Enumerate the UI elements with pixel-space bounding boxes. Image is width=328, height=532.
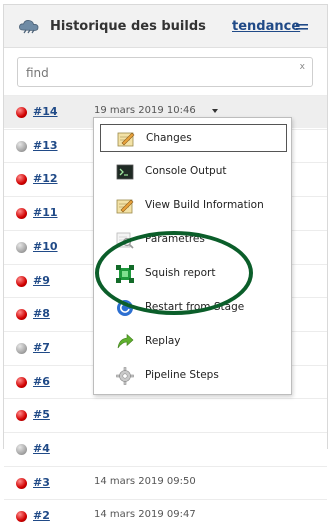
aborted-status-icon <box>16 140 27 152</box>
build-number-link[interactable]: #11 <box>33 206 58 219</box>
build-number-link[interactable]: #10 <box>33 240 58 253</box>
failed-status-icon <box>16 376 27 388</box>
menu-item-view-build-information[interactable]: View Build Information <box>100 192 287 220</box>
build-history-header: Historique des builds tendance <box>4 5 327 48</box>
failed-status-icon <box>16 410 27 422</box>
failed-status-icon <box>16 275 27 287</box>
build-row[interactable]: #5 <box>4 398 327 431</box>
failed-status-icon <box>16 208 27 220</box>
build-number-link[interactable]: #8 <box>33 307 50 320</box>
build-row[interactable]: #4 <box>4 432 327 465</box>
menu-item-replay[interactable]: Replay <box>100 328 287 356</box>
build-row[interactable]: #3 14 mars 2019 09:50 <box>4 465 327 499</box>
dropdown-caret-icon[interactable] <box>212 109 218 113</box>
notepad-pencil-icon <box>116 199 134 214</box>
menu-item-label: Pipeline Steps <box>145 369 219 381</box>
failed-status-icon <box>16 309 27 321</box>
menu-item-squish-report[interactable]: Squish report <box>100 260 287 288</box>
build-row[interactable]: #2 14 mars 2019 09:47 <box>4 499 327 532</box>
aborted-status-icon <box>16 241 27 253</box>
failed-status-icon <box>16 107 27 118</box>
build-search-field[interactable]: find x <box>17 57 313 87</box>
trend-link[interactable]: tendance <box>232 19 300 34</box>
menu-item-label: Restart from Stage <box>145 301 245 313</box>
trend-lines-icon[interactable] <box>296 24 308 30</box>
notepad-magnifier-icon <box>116 232 134 249</box>
build-number-link[interactable]: #3 <box>33 476 50 489</box>
failed-status-icon <box>16 477 27 489</box>
build-history-title: Historique des builds <box>50 19 206 34</box>
menu-item-label: Console Output <box>145 165 227 177</box>
menu-item-label: Squish report <box>145 267 216 279</box>
build-number-link[interactable]: #4 <box>33 442 50 455</box>
cloud-icon <box>19 20 39 34</box>
build-number-link[interactable]: #5 <box>33 408 50 421</box>
menu-item-restart-from-stage[interactable]: Restart from Stage <box>100 294 287 322</box>
build-number-link[interactable]: #7 <box>33 341 50 354</box>
menu-item-label: Changes <box>146 132 192 144</box>
build-number-link[interactable]: #13 <box>33 139 58 152</box>
build-number-link[interactable]: #9 <box>33 274 50 287</box>
menu-item-changes[interactable]: Changes <box>100 124 287 152</box>
menu-item-parametres[interactable]: Paramètres <box>100 226 287 254</box>
restart-icon <box>117 300 133 316</box>
aborted-status-icon <box>16 444 27 455</box>
aborted-status-icon <box>16 342 27 354</box>
build-number-link[interactable]: #2 <box>33 509 50 522</box>
failed-status-icon <box>16 174 27 186</box>
build-number-link[interactable]: #6 <box>33 375 50 388</box>
clear-search-icon[interactable]: x <box>300 62 305 72</box>
menu-item-label: Paramètres <box>145 233 205 245</box>
notepad-pencil-icon <box>117 132 135 147</box>
build-date-link[interactable]: 14 mars 2019 09:47 <box>94 509 196 520</box>
failed-status-icon <box>16 511 27 523</box>
search-placeholder: find <box>26 66 49 80</box>
build-number-link[interactable]: #14 <box>33 105 58 118</box>
menu-item-label: Replay <box>145 335 181 347</box>
menu-item-label: View Build Information <box>145 199 264 211</box>
build-context-menu: Changes Console Output View Build Inform… <box>93 117 292 395</box>
replay-arrow-icon <box>117 333 134 349</box>
build-date-link[interactable]: 14 mars 2019 09:50 <box>94 476 196 487</box>
terminal-icon <box>116 164 134 180</box>
gear-icon <box>116 367 134 385</box>
build-date-link[interactable]: 19 mars 2019 10:46 <box>94 105 196 116</box>
menu-item-console-output[interactable]: Console Output <box>100 158 287 186</box>
build-number-link[interactable]: #12 <box>33 172 58 185</box>
squish-icon <box>116 265 134 283</box>
menu-item-pipeline-steps[interactable]: Pipeline Steps <box>100 362 287 390</box>
